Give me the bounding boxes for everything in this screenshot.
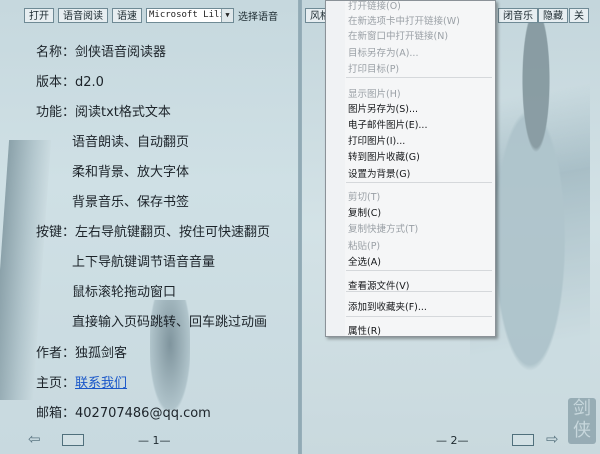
menu-separator	[346, 270, 492, 271]
speed-button[interactable]: 语速	[112, 7, 142, 23]
app-version: 版本：d2.0	[36, 75, 104, 90]
music-button[interactable]: 闭音乐	[498, 7, 538, 23]
chevron-down-icon[interactable]: ▼	[221, 8, 233, 22]
author: 作者：独孤剑客	[36, 346, 128, 361]
context-menu-item[interactable]: 添加到收藏夹(F)...	[348, 299, 427, 313]
context-menu-item[interactable]: 复制快捷方式(T)	[348, 221, 418, 235]
context-menu-item[interactable]: 属性(R)	[348, 323, 381, 336]
right-page-box[interactable]	[512, 434, 534, 446]
context-menu-item[interactable]: 剪切(T)	[348, 189, 380, 203]
hide-button[interactable]: 隐藏	[538, 7, 568, 23]
feature-line: 功能：阅读txt格式文本	[36, 105, 171, 120]
context-menu-item[interactable]: 在新选项卡中打开链接(W)	[348, 13, 460, 27]
seal-stamp: 剑侠	[568, 398, 596, 444]
context-menu-item[interactable]: 电子邮件图片(E)...	[348, 117, 427, 131]
voice-read-button[interactable]: 语音阅读	[58, 7, 108, 23]
context-menu-item[interactable]: 转到图片收藏(G)	[348, 149, 420, 163]
context-menu-item[interactable]: 粘贴(P)	[348, 238, 380, 252]
close-button[interactable]: 关	[569, 7, 589, 23]
context-menu-item[interactable]: 在新窗口中打开链接(N)	[348, 28, 448, 42]
feature-line: 语音朗读、自动翻页	[72, 135, 190, 150]
homepage-link[interactable]: 联系我们	[75, 376, 127, 391]
context-menu-item[interactable]: 显示图片(H)	[348, 86, 401, 100]
context-menu-item[interactable]: 查看源文件(V)	[348, 278, 409, 292]
menu-separator	[346, 316, 492, 317]
left-page-number: — 1—	[138, 434, 171, 447]
key-line: 直接输入页码跳转、回车跳过动画	[72, 315, 268, 330]
homepage: 主页：联系我们	[36, 372, 127, 391]
app-name: 名称：剑侠语音阅读器	[36, 45, 167, 60]
context-menu-item[interactable]: 全选(A)	[348, 254, 381, 268]
email: 邮箱：402707486@qq.com	[36, 406, 211, 421]
feature-line: 背景音乐、保存书签	[72, 195, 190, 210]
voice-select[interactable]: Microsoft Lili ▼	[146, 7, 234, 23]
homepage-label: 主页：	[36, 376, 76, 391]
context-menu-item[interactable]: 打印图片(I)...	[348, 133, 405, 147]
open-button[interactable]: 打开	[24, 7, 54, 23]
context-menu-item[interactable]: 复制(C)	[348, 205, 381, 219]
left-toolbar: 打开 语音阅读 语速 Microsoft Lili ▼ 选择语音	[24, 7, 278, 23]
key-line: 按键：左右导航键翻页、按住可快速翻页	[36, 225, 271, 240]
key-line: 鼠标滚轮拖动窗口	[72, 285, 177, 300]
next-page-arrow-icon[interactable]: ⇨	[546, 432, 568, 447]
context-menu: 打开链接(O) 在新选项卡中打开链接(W) 在新窗口中打开链接(N) 目标另存为(A)…	[325, 0, 496, 337]
menu-separator	[346, 77, 492, 78]
menu-separator	[346, 291, 492, 292]
context-menu-item[interactable]: 设置为背景(G)	[348, 166, 410, 180]
left-page-box[interactable]	[62, 434, 84, 446]
voice-select-value: Microsoft Lili	[149, 9, 225, 20]
menu-gutter	[326, 1, 345, 336]
prev-page-arrow-icon[interactable]: ⇦	[28, 432, 50, 447]
context-menu-item[interactable]: 打印目标(P)	[348, 61, 399, 75]
menu-separator	[346, 182, 492, 183]
key-line: 上下导航键调节语音音量	[72, 255, 216, 270]
feature-line: 柔和背景、放大字体	[72, 165, 190, 180]
context-menu-item[interactable]: 图片另存为(S)...	[348, 101, 418, 115]
context-menu-item[interactable]: 打开链接(O)	[348, 1, 401, 12]
right-page-number: — 2—	[436, 434, 469, 447]
voice-select-label: 选择语音	[238, 11, 278, 23]
context-menu-item[interactable]: 目标另存为(A)...	[348, 45, 418, 59]
